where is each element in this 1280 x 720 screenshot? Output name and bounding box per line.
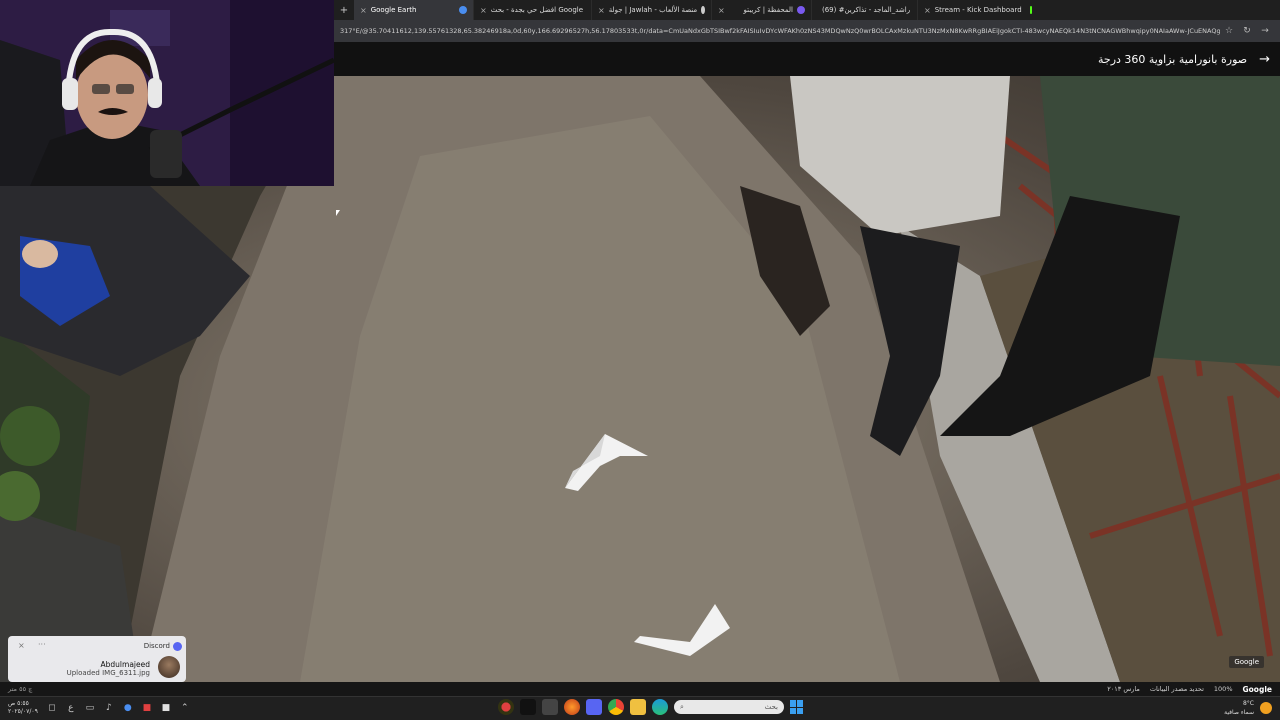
- new-tab-button[interactable]: +: [334, 5, 354, 16]
- tab-google-earth[interactable]: × Google Earth: [354, 0, 474, 20]
- edge-app-icon[interactable]: [652, 699, 668, 715]
- arrow-right-icon[interactable]: →: [1259, 52, 1270, 67]
- wallet-favicon-icon: [797, 6, 805, 14]
- weather-temp: 8°C: [1242, 700, 1254, 707]
- tab-close-icon[interactable]: ×: [718, 6, 725, 15]
- browser-tab-bar: + × Google Earth × افضل حي بجدة - بحث Go…: [334, 0, 1280, 20]
- streamer-video: [0, 0, 334, 186]
- discord-icon: [173, 642, 182, 651]
- weather-widget[interactable]: 8°C سماء صافية: [1224, 699, 1272, 717]
- notification-sender: Abdulmajeed: [100, 660, 150, 669]
- tab-close-icon[interactable]: ×: [598, 6, 605, 15]
- tab-close-icon[interactable]: ×: [360, 6, 367, 15]
- discord-app-icon[interactable]: [586, 699, 602, 715]
- zoom-level: 100%: [1213, 685, 1233, 693]
- weather-moon-icon: [1260, 702, 1272, 714]
- webcam-overlay: [0, 0, 334, 186]
- capcut-app-icon[interactable]: [520, 699, 536, 715]
- taskbar: ٥:٥٥ ص ٢٠٢٥/٠٧/٠٩ ◻ ع ▭ ♪ ● ■ ■ ⌃ ⌕ بحث: [0, 696, 1280, 720]
- kick-favicon-icon: [1029, 6, 1032, 14]
- panorama-header: صورة بانورامية بزاوية 360 درجة →: [334, 42, 1280, 76]
- notification-bell-icon[interactable]: ◻: [47, 703, 57, 713]
- mic-icon[interactable]: ●: [123, 703, 133, 713]
- file-explorer-app-icon[interactable]: [630, 699, 646, 715]
- panorama-title: صورة بانورامية بزاوية 360 درجة: [1098, 52, 1248, 66]
- search-icon: ⌕: [680, 702, 684, 711]
- tray-app-icon[interactable]: ■: [161, 703, 171, 713]
- tray-app-icon[interactable]: ■: [142, 703, 152, 713]
- calculator-app-icon[interactable]: [542, 699, 558, 715]
- google-logo: Google: [1242, 684, 1273, 694]
- tab-crypto-wallet[interactable]: × المحفظة | كريبتو: [712, 0, 812, 20]
- mouse-cursor: [336, 210, 340, 216]
- taskbar-apps: ⌕ بحث: [498, 699, 804, 715]
- url-field[interactable]: 317°E/@35.70411612,139.55761328,65.38246…: [340, 27, 1220, 35]
- chrome-app-icon[interactable]: [608, 699, 624, 715]
- google-earth-favicon-icon: [459, 6, 467, 14]
- address-bar: 317°E/@35.70411612,139.55761328,65.38246…: [334, 20, 1280, 42]
- forward-icon[interactable]: →: [1256, 26, 1274, 36]
- battery-icon[interactable]: ▭: [85, 703, 95, 713]
- tab-close-icon[interactable]: ×: [480, 6, 487, 15]
- volume-icon[interactable]: ♪: [104, 703, 114, 713]
- clock-date: ٢٠٢٥/٠٧/٠٩: [8, 708, 38, 715]
- tab-tickets[interactable]: (69) #راشد_الماجد - تذاكرين: [812, 0, 918, 20]
- bookmark-star-icon[interactable]: ☆: [1220, 26, 1238, 36]
- tab-google-search[interactable]: × افضل حي بجدة - بحث Google: [474, 0, 592, 20]
- close-icon[interactable]: ×: [18, 641, 25, 650]
- tab-label: (69) #راشد_الماجد - تذاكرين: [822, 6, 911, 14]
- windows-start-icon[interactable]: [790, 700, 804, 714]
- avatar: [158, 656, 180, 678]
- notification-app-name: Discord: [143, 642, 170, 650]
- chevron-up-icon[interactable]: ⌃: [180, 703, 190, 713]
- scale-text: چ ٥٥ متر: [8, 685, 33, 693]
- tab-close-icon[interactable]: ×: [924, 6, 931, 15]
- data-attribution-link[interactable]: تحديد مصدر البيانات: [1150, 685, 1204, 693]
- map-info-bar: چ ٥٥ متر مارس ٢٠١٣ تحديد مصدر البيانات 1…: [0, 682, 1280, 696]
- reload-icon[interactable]: ↻: [1238, 26, 1256, 36]
- system-tray: ٥:٥٥ ص ٢٠٢٥/٠٧/٠٩ ◻ ع ▭ ♪ ● ■ ■ ⌃: [8, 700, 190, 716]
- clock[interactable]: ٥:٥٥ ص ٢٠٢٥/٠٧/٠٩: [8, 700, 38, 716]
- jawlah-favicon-icon: [701, 6, 705, 14]
- tab-kick-dashboard[interactable]: × Stream - Kick Dashboard: [918, 0, 1038, 20]
- more-options-icon[interactable]: ···: [38, 640, 46, 649]
- clock-time: ٥:٥٥ ص: [8, 700, 29, 707]
- search-placeholder: بحث: [764, 703, 778, 711]
- tab-label: Stream - Kick Dashboard: [934, 6, 1022, 14]
- taskbar-search[interactable]: ⌕ بحث: [674, 700, 784, 714]
- discord-notification[interactable]: × ··· Discord Abdulmajeed Uploaded IMG_6…: [8, 636, 186, 682]
- firefox-app-icon[interactable]: [564, 699, 580, 715]
- imagery-date: مارس ٢٠١٣: [1107, 685, 1140, 693]
- record-app-icon[interactable]: [498, 699, 514, 715]
- tab-jawlah[interactable]: × جولة | Jawlah - منصة الألعاب: [592, 0, 712, 20]
- notification-message: Uploaded IMG_6311.jpg: [66, 669, 150, 677]
- google-attribution-tag: Google: [1229, 656, 1264, 668]
- weather-desc: سماء صافية: [1224, 709, 1254, 716]
- tab-label: المحفظة | كريبتو: [743, 6, 793, 14]
- screen: + × Google Earth × افضل حي بجدة - بحث Go…: [0, 0, 1280, 720]
- keyboard-language[interactable]: ع: [66, 703, 76, 713]
- tab-label: Google Earth: [370, 6, 417, 14]
- tab-label: جولة | Jawlah - منصة الألعاب: [608, 6, 698, 14]
- tab-label: افضل حي بجدة - بحث Google: [490, 6, 584, 14]
